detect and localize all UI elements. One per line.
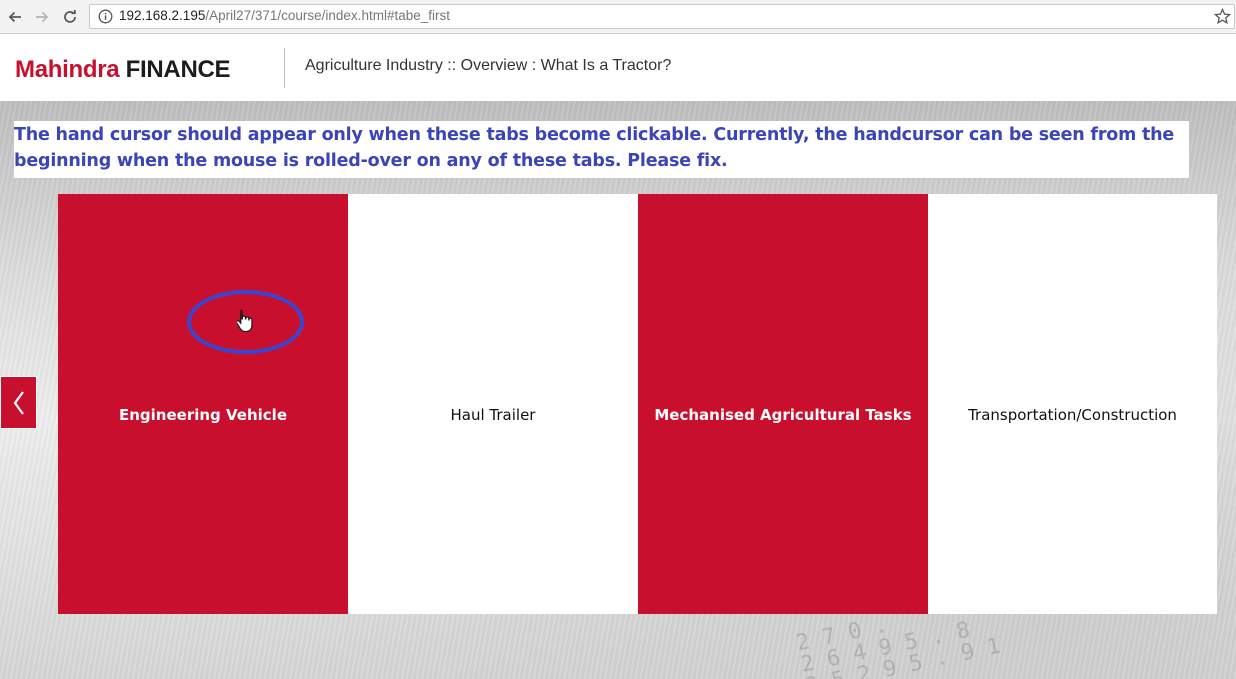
tab-haul-trailer[interactable]: Haul Trailer [348,194,638,614]
hand-cursor-icon [237,309,253,333]
url-path: /April27/371/course/index.html#tabe_firs… [205,8,450,23]
back-button[interactable] [4,6,26,28]
page-header: Mahindra FINANCE Agriculture Industry ::… [0,34,1236,101]
tab-label: Engineering Vehicle [119,406,287,424]
review-annotation: The hand cursor should appear only when … [14,121,1189,178]
info-icon[interactable] [98,9,113,24]
logo-brand: Mahindra [15,56,120,83]
header-divider [284,48,285,88]
address-bar[interactable]: 192.168.2.195/April27/371/course/index.h… [89,4,1235,29]
url-text: 192.168.2.195/April27/371/course/index.h… [119,8,450,23]
chevron-left-icon [13,390,24,415]
arrow-left-icon [8,11,21,23]
tab-strip: Engineering Vehicle Haul Trailer Mechani… [58,194,1217,614]
reload-button[interactable] [59,6,81,28]
url-host: 192.168.2.195 [119,8,206,23]
tab-label: Transportation/Construction [968,406,1177,424]
tab-label: Mechanised Agricultural Tasks [654,406,912,424]
mahindra-finance-logo: Mahindra FINANCE [15,56,231,83]
reload-icon [64,10,76,23]
tab-label: Haul Trailer [450,406,536,424]
arrow-right-icon [36,11,49,23]
previous-button[interactable] [0,376,37,429]
star-icon[interactable] [1214,8,1231,25]
tab-transportation-construction[interactable]: Transportation/Construction [928,194,1217,614]
browser-toolbar: 192.168.2.195/April27/371/course/index.h… [0,0,1236,34]
tab-engineering-vehicle[interactable]: Engineering Vehicle [58,194,348,614]
breadcrumb: Agriculture Industry :: Overview : What … [305,57,672,74]
tab-mechanised-agricultural-tasks[interactable]: Mechanised Agricultural Tasks [638,194,928,614]
forward-button[interactable] [31,6,53,28]
logo-suffix: FINANCE [125,56,231,83]
